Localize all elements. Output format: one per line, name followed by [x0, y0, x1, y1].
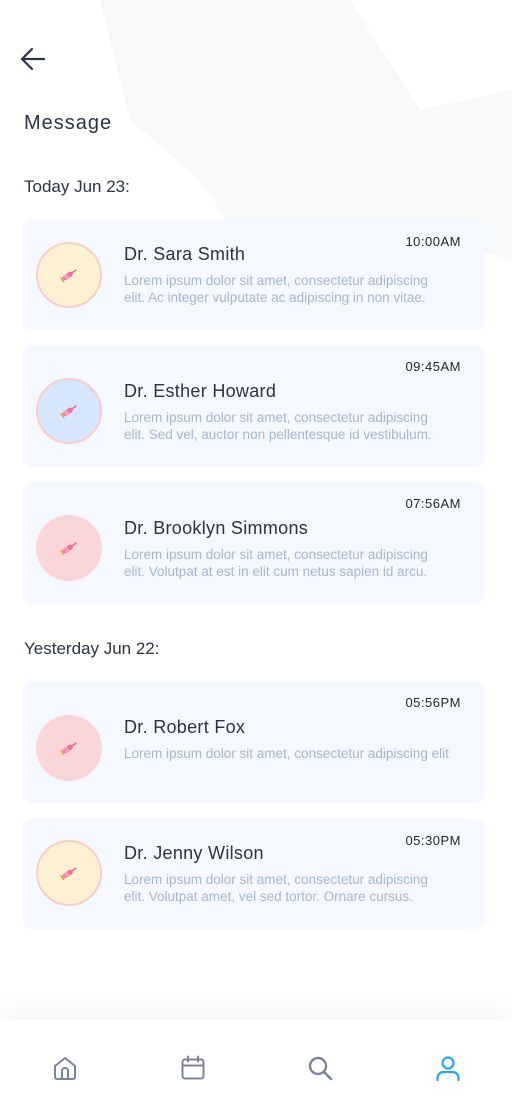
calendar-icon	[181, 1055, 205, 1080]
section-heading-today: Today Jun 23:	[24, 177, 130, 196]
doctor-name: Dr. Brooklyn Simmons	[124, 518, 309, 538]
avatar	[36, 715, 102, 781]
message-time: 05:30PM	[405, 833, 461, 848]
syringe-icon	[60, 867, 77, 881]
message-preview-line: Lorem ipsum dolor sit amet, consectetur …	[124, 410, 428, 425]
message-preview-line: elit. Volutpat at est in elit cum netus …	[124, 564, 428, 579]
bottom-nav	[0, 1020, 512, 1108]
message-preview-line: Lorem ipsum dolor sit amet, consectetur …	[124, 273, 428, 288]
doctor-name: Dr. Esther Howard	[124, 381, 277, 401]
message-time: 09:45AM	[405, 359, 461, 374]
message-preview: Lorem ipsum dolor sit amet, consectetur …	[124, 546, 484, 580]
message-preview-line: elit. Ac integer vulputate ac adipiscing…	[124, 290, 426, 305]
section-heading-yesterday: Yesterday Jun 22:	[24, 639, 160, 658]
back-button[interactable]	[16, 42, 50, 76]
user-icon	[436, 1056, 460, 1082]
message-card[interactable]: 05:30PM Dr. Jenny Wilson Lorem ipsum dol…	[22, 819, 485, 929]
avatar	[36, 378, 102, 444]
doctor-name: Dr. Jenny Wilson	[124, 843, 264, 863]
message-preview: Lorem ipsum dolor sit amet, consectetur …	[124, 871, 484, 905]
message-preview-line: Lorem ipsum dolor sit amet, consectetur …	[124, 547, 428, 562]
message-time: 10:00AM	[405, 234, 461, 249]
message-card[interactable]: 07:56AM Dr. Brooklyn Simmons Lorem ipsum…	[22, 482, 485, 604]
search-icon	[308, 1056, 333, 1081]
message-preview-line: elit. Sed vel, auctor non pellentesque i…	[124, 427, 432, 442]
doctor-name: Dr. Robert Fox	[124, 717, 246, 737]
message-preview: Lorem ipsum dolor sit amet, consectetur …	[124, 745, 484, 762]
message-time: 05:56PM	[405, 695, 461, 710]
nav-profile[interactable]	[434, 1054, 462, 1082]
syringe-icon	[60, 742, 77, 756]
message-preview: Lorem ipsum dolor sit amet, consectetur …	[124, 272, 484, 306]
home-icon	[54, 1057, 76, 1080]
nav-search[interactable]	[306, 1054, 334, 1082]
avatar	[36, 242, 102, 308]
doctor-name: Dr. Sara Smith	[124, 244, 246, 264]
syringe-icon	[60, 542, 77, 556]
page-title: Message	[24, 112, 113, 134]
nav-home[interactable]	[51, 1054, 79, 1082]
message-preview-line: Lorem ipsum dolor sit amet, consectetur …	[124, 746, 449, 761]
message-preview: Lorem ipsum dolor sit amet, consectetur …	[124, 409, 484, 443]
syringe-icon	[60, 405, 77, 419]
avatar	[36, 515, 102, 581]
syringe-icon	[60, 269, 77, 283]
message-time: 07:56AM	[405, 496, 461, 511]
message-card[interactable]: 10:00AM Dr. Sara Smith Lorem ipsum dolor…	[22, 220, 485, 330]
arrow-left-icon	[20, 47, 46, 71]
avatar	[36, 840, 102, 906]
nav-calendar[interactable]	[179, 1054, 207, 1082]
message-preview-line: elit. Volutpat amet, vel sed tortor. Orn…	[124, 889, 413, 904]
message-preview-line: Lorem ipsum dolor sit amet, consectetur …	[124, 872, 428, 887]
message-card[interactable]: 05:56PM Dr. Robert Fox Lorem ipsum dolor…	[22, 681, 485, 803]
message-card[interactable]: 09:45AM Dr. Esther Howard Lorem ipsum do…	[22, 345, 485, 467]
